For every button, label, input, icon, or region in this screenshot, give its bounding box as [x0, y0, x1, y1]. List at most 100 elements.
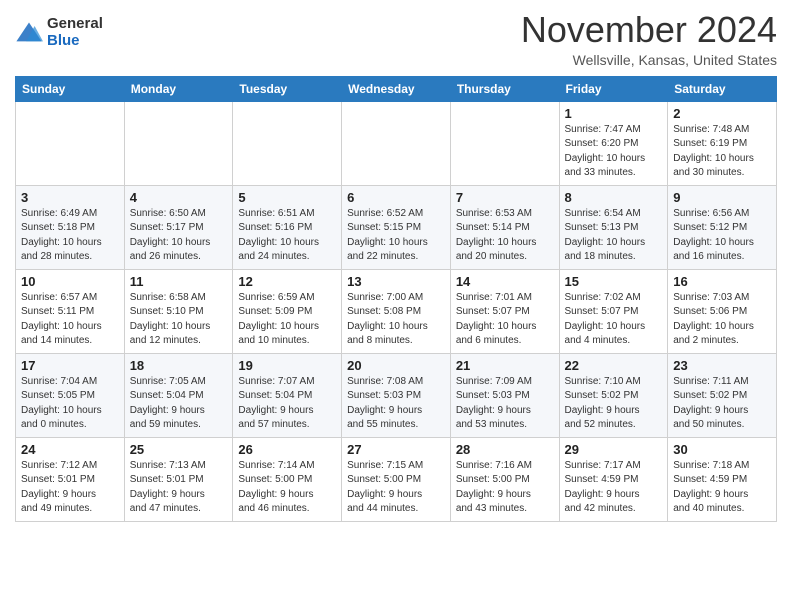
day-number: 17	[21, 358, 119, 373]
calendar-day-cell: 9 Sunrise: 6:56 AM Sunset: 5:12 PM Daylig…	[668, 185, 777, 269]
day-info: Sunrise: 6:49 AM Sunset: 5:18 PM Dayligh…	[21, 207, 119, 265]
calendar-day-cell	[450, 101, 559, 185]
day-info: Sunrise: 7:12 AM Sunset: 5:01 PM Dayligh…	[21, 459, 119, 517]
day-number: 26	[238, 442, 336, 457]
calendar-week-row: 1 Sunrise: 7:47 AM Sunset: 6:20 PM Daylig…	[16, 101, 777, 185]
day-number: 3	[21, 190, 119, 205]
day-info: Sunrise: 6:57 AM Sunset: 5:11 PM Dayligh…	[21, 291, 119, 349]
calendar-header-row: SundayMondayTuesdayWednesdayThursdayFrid…	[16, 76, 777, 101]
calendar-day-cell: 16Sunrise: 7:03 AM Sunset: 5:06 PM Dayli…	[668, 269, 777, 353]
calendar-day-cell: 30 Sunrise: 7:18 AM Sunset: 4:59 PM Dayli…	[668, 437, 777, 521]
day-info: Sunrise: 6:56 AM Sunset: 5:12 PM Dayligh…	[673, 207, 771, 265]
day-of-week-header: Sunday	[16, 76, 125, 101]
day-number: 30	[673, 442, 771, 457]
calendar-day-cell: 15 Sunrise: 7:02 AM Sunset: 5:07 PM Dayli…	[559, 269, 668, 353]
calendar-day-cell: 4 Sunrise: 6:50 AM Sunset: 5:17 PM Daylig…	[124, 185, 233, 269]
location: Wellsville, Kansas, United States	[521, 52, 777, 68]
day-info: Sunrise: 6:54 AM Sunset: 5:13 PM Dayligh…	[565, 207, 663, 265]
day-number: 22	[565, 358, 663, 373]
calendar-day-cell: 22 Sunrise: 7:10 AM Sunset: 5:02 PM Dayli…	[559, 353, 668, 437]
calendar-day-cell: 23 Sunrise: 7:11 AM Sunset: 5:02 PM Dayli…	[668, 353, 777, 437]
day-info: Sunrise: 7:16 AM Sunset: 5:00 PM Dayligh…	[456, 459, 554, 517]
day-info: Sunrise: 7:02 AM Sunset: 5:07 PM Dayligh…	[565, 291, 663, 349]
logo-blue-text: Blue	[47, 33, 103, 50]
day-info: Sunrise: 7:48 AM Sunset: 6:19 PM Dayligh…	[673, 123, 771, 181]
calendar-day-cell: 7Sunrise: 6:53 AM Sunset: 5:14 PM Daylig…	[450, 185, 559, 269]
month-title: November 2024	[521, 10, 777, 50]
day-number: 23	[673, 358, 771, 373]
day-number: 5	[238, 190, 336, 205]
day-number: 27	[347, 442, 445, 457]
day-number: 4	[130, 190, 228, 205]
day-of-week-header: Thursday	[450, 76, 559, 101]
day-info: Sunrise: 7:00 AM Sunset: 5:08 PM Dayligh…	[347, 291, 445, 349]
day-number: 13	[347, 274, 445, 289]
calendar-day-cell: 17 Sunrise: 7:04 AM Sunset: 5:05 PM Dayli…	[16, 353, 125, 437]
day-of-week-header: Tuesday	[233, 76, 342, 101]
calendar-day-cell: 29 Sunrise: 7:17 AM Sunset: 4:59 PM Dayli…	[559, 437, 668, 521]
calendar-day-cell	[342, 101, 451, 185]
day-info: Sunrise: 7:10 AM Sunset: 5:02 PM Dayligh…	[565, 375, 663, 433]
day-number: 12	[238, 274, 336, 289]
day-number: 14	[456, 274, 554, 289]
day-of-week-header: Saturday	[668, 76, 777, 101]
day-info: Sunrise: 6:53 AM Sunset: 5:14 PM Dayligh…	[456, 207, 554, 265]
day-number: 20	[347, 358, 445, 373]
day-number: 15	[565, 274, 663, 289]
day-info: Sunrise: 7:18 AM Sunset: 4:59 PM Dayligh…	[673, 459, 771, 517]
calendar-day-cell: 6Sunrise: 6:52 AM Sunset: 5:15 PM Daylig…	[342, 185, 451, 269]
calendar-week-row: 24 Sunrise: 7:12 AM Sunset: 5:01 PM Dayli…	[16, 437, 777, 521]
day-number: 11	[130, 274, 228, 289]
day-info: Sunrise: 7:11 AM Sunset: 5:02 PM Dayligh…	[673, 375, 771, 433]
calendar-day-cell: 3 Sunrise: 6:49 AM Sunset: 5:18 PM Daylig…	[16, 185, 125, 269]
day-number: 28	[456, 442, 554, 457]
calendar-day-cell: 11 Sunrise: 6:58 AM Sunset: 5:10 PM Dayli…	[124, 269, 233, 353]
day-number: 8	[565, 190, 663, 205]
day-info: Sunrise: 7:09 AM Sunset: 5:03 PM Dayligh…	[456, 375, 554, 433]
calendar-day-cell: 14 Sunrise: 7:01 AM Sunset: 5:07 PM Dayli…	[450, 269, 559, 353]
day-info: Sunrise: 6:58 AM Sunset: 5:10 PM Dayligh…	[130, 291, 228, 349]
day-info: Sunrise: 7:08 AM Sunset: 5:03 PM Dayligh…	[347, 375, 445, 433]
calendar-day-cell: 28 Sunrise: 7:16 AM Sunset: 5:00 PM Dayli…	[450, 437, 559, 521]
calendar-day-cell: 18Sunrise: 7:05 AM Sunset: 5:04 PM Dayli…	[124, 353, 233, 437]
calendar: SundayMondayTuesdayWednesdayThursdayFrid…	[15, 76, 777, 522]
day-of-week-header: Wednesday	[342, 76, 451, 101]
calendar-day-cell: 25Sunrise: 7:13 AM Sunset: 5:01 PM Dayli…	[124, 437, 233, 521]
day-info: Sunrise: 7:13 AM Sunset: 5:01 PM Dayligh…	[130, 459, 228, 517]
logo-text: General Blue	[47, 16, 103, 49]
day-number: 1	[565, 106, 663, 121]
calendar-day-cell: 26 Sunrise: 7:14 AM Sunset: 5:00 PM Dayli…	[233, 437, 342, 521]
calendar-day-cell	[16, 101, 125, 185]
day-number: 24	[21, 442, 119, 457]
calendar-day-cell: 5 Sunrise: 6:51 AM Sunset: 5:16 PM Daylig…	[233, 185, 342, 269]
day-info: Sunrise: 7:14 AM Sunset: 5:00 PM Dayligh…	[238, 459, 336, 517]
day-info: Sunrise: 7:05 AM Sunset: 5:04 PM Dayligh…	[130, 375, 228, 433]
calendar-day-cell: 10Sunrise: 6:57 AM Sunset: 5:11 PM Dayli…	[16, 269, 125, 353]
day-number: 21	[456, 358, 554, 373]
calendar-day-cell: 8 Sunrise: 6:54 AM Sunset: 5:13 PM Daylig…	[559, 185, 668, 269]
calendar-day-cell: 13 Sunrise: 7:00 AM Sunset: 5:08 PM Dayli…	[342, 269, 451, 353]
calendar-day-cell: 27Sunrise: 7:15 AM Sunset: 5:00 PM Dayli…	[342, 437, 451, 521]
day-number: 9	[673, 190, 771, 205]
day-info: Sunrise: 7:04 AM Sunset: 5:05 PM Dayligh…	[21, 375, 119, 433]
day-info: Sunrise: 6:50 AM Sunset: 5:17 PM Dayligh…	[130, 207, 228, 265]
logo-icon	[15, 19, 43, 47]
calendar-day-cell: 19Sunrise: 7:07 AM Sunset: 5:04 PM Dayli…	[233, 353, 342, 437]
day-info: Sunrise: 7:01 AM Sunset: 5:07 PM Dayligh…	[456, 291, 554, 349]
day-info: Sunrise: 6:59 AM Sunset: 5:09 PM Dayligh…	[238, 291, 336, 349]
calendar-week-row: 10Sunrise: 6:57 AM Sunset: 5:11 PM Dayli…	[16, 269, 777, 353]
logo-general-text: General	[47, 16, 103, 33]
day-of-week-header: Monday	[124, 76, 233, 101]
day-info: Sunrise: 6:52 AM Sunset: 5:15 PM Dayligh…	[347, 207, 445, 265]
calendar-day-cell	[124, 101, 233, 185]
calendar-day-cell: 24 Sunrise: 7:12 AM Sunset: 5:01 PM Dayli…	[16, 437, 125, 521]
day-info: Sunrise: 7:47 AM Sunset: 6:20 PM Dayligh…	[565, 123, 663, 181]
day-number: 2	[673, 106, 771, 121]
day-number: 29	[565, 442, 663, 457]
calendar-day-cell: 1 Sunrise: 7:47 AM Sunset: 6:20 PM Daylig…	[559, 101, 668, 185]
calendar-day-cell	[233, 101, 342, 185]
calendar-day-cell: 20 Sunrise: 7:08 AM Sunset: 5:03 PM Dayli…	[342, 353, 451, 437]
day-info: Sunrise: 6:51 AM Sunset: 5:16 PM Dayligh…	[238, 207, 336, 265]
day-info: Sunrise: 7:17 AM Sunset: 4:59 PM Dayligh…	[565, 459, 663, 517]
calendar-day-cell: 21 Sunrise: 7:09 AM Sunset: 5:03 PM Dayli…	[450, 353, 559, 437]
